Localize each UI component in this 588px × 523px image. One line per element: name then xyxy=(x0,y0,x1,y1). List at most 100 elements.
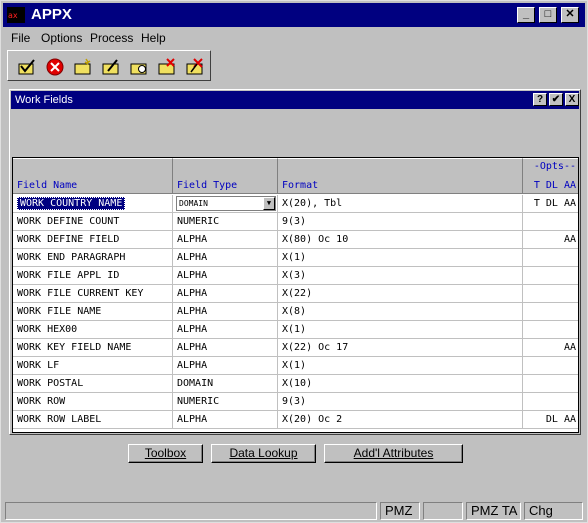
app-title: APPX xyxy=(31,6,72,23)
cell-field-name[interactable]: WORK DEFINE FIELD xyxy=(13,231,173,249)
table-row[interactable]: WORK DEFINE FIELD ALPHA X(80) Oc 10 AA xyxy=(13,231,578,249)
cell-opts[interactable] xyxy=(523,303,578,321)
table-row[interactable]: WORK FILE APPL ID ALPHA X(3) xyxy=(13,267,578,285)
checkmark-icon: ✔ xyxy=(551,94,561,105)
close-icon: X xyxy=(568,94,576,105)
menu-help[interactable]: Help xyxy=(141,31,166,45)
cell-field-name[interactable]: WORK KEY FIELD NAME xyxy=(13,339,173,357)
cell-field-type[interactable]: ALPHA xyxy=(173,285,278,303)
cell-opts[interactable] xyxy=(523,285,578,303)
cell-format[interactable]: 9(3) xyxy=(278,213,523,231)
cell-field-name[interactable]: WORK FILE APPL ID xyxy=(13,267,173,285)
maximize-button[interactable]: □ xyxy=(539,7,557,23)
header-format[interactable]: Format xyxy=(278,158,523,194)
close-button[interactable]: ✕ xyxy=(561,7,579,23)
cell-field-type[interactable]: NUMERIC xyxy=(173,393,278,411)
cell-field-name[interactable]: WORK COUNTRY NAME xyxy=(13,195,173,213)
child-title-bar[interactable]: Work Fields ? ✔ X xyxy=(11,91,579,109)
cell-field-type[interactable]: ALPHA xyxy=(173,411,278,429)
status-message xyxy=(5,502,377,520)
toolbox-button[interactable]: Toolbox xyxy=(128,444,203,463)
cell-field-name[interactable]: WORK ROW LABEL xyxy=(13,411,173,429)
cell-field-type[interactable]: ALPHA xyxy=(173,267,278,285)
menu-options[interactable]: Options xyxy=(41,31,82,45)
menu-file[interactable]: File xyxy=(11,31,30,45)
cell-field-type[interactable]: ALPHA xyxy=(173,357,278,375)
table-row[interactable]: WORK END PARAGRAPH ALPHA X(1) xyxy=(13,249,578,267)
minimize-button[interactable]: _ xyxy=(517,7,535,23)
child-close-button[interactable]: X xyxy=(565,93,579,106)
table-row[interactable]: WORK FILE CURRENT KEY ALPHA X(22) xyxy=(13,285,578,303)
table-row[interactable]: WORK DEFINE COUNT NUMERIC 9(3) xyxy=(13,213,578,231)
edit-delete-folder-icon[interactable] xyxy=(184,56,206,78)
status-bar: PMZ PMZ TA Chg xyxy=(3,500,585,521)
cell-field-type[interactable]: ALPHA xyxy=(173,231,278,249)
cell-opts[interactable]: AA xyxy=(523,231,578,249)
new-folder-icon[interactable] xyxy=(72,56,94,78)
addl-attributes-button[interactable]: Add'l Attributes xyxy=(324,444,463,463)
cell-opts[interactable] xyxy=(523,357,578,375)
cell-format[interactable]: X(10) xyxy=(278,375,523,393)
table-row[interactable]: WORK KEY FIELD NAME ALPHA X(22) Oc 17 AA xyxy=(13,339,578,357)
help-button[interactable]: ? xyxy=(533,93,547,106)
cell-field-type[interactable]: ALPHA xyxy=(173,249,278,267)
cell-field-name[interactable]: WORK END PARAGRAPH xyxy=(13,249,173,267)
cell-format[interactable]: X(8) xyxy=(278,303,523,321)
cell-format[interactable]: X(20), Tbl xyxy=(278,195,523,213)
cell-format[interactable]: X(22) xyxy=(278,285,523,303)
cell-field-name[interactable]: WORK LF xyxy=(13,357,173,375)
delete-folder-icon[interactable] xyxy=(156,56,178,78)
cell-opts[interactable]: AA xyxy=(523,339,578,357)
cell-field-type[interactable]: DOMAIN xyxy=(173,375,278,393)
table-row[interactable]: WORK POSTAL DOMAIN X(10) xyxy=(13,375,578,393)
cell-field-name[interactable]: WORK DEFINE COUNT xyxy=(13,213,173,231)
cell-opts[interactable] xyxy=(523,393,578,411)
cell-opts[interactable]: T DL AA xyxy=(523,195,578,213)
status-app: PMZ TA xyxy=(466,502,521,520)
search-folder-icon[interactable] xyxy=(128,56,150,78)
cell-opts[interactable] xyxy=(523,249,578,267)
app-window: ax APPX _ □ ✕ File Options Process Help xyxy=(0,0,588,523)
cell-opts[interactable]: DL AA xyxy=(523,411,578,429)
chevron-down-icon[interactable]: ▼ xyxy=(263,197,275,210)
status-mode: Chg xyxy=(524,502,583,520)
header-field-type[interactable]: Field Type xyxy=(173,158,278,194)
cell-opts[interactable] xyxy=(523,267,578,285)
table-row[interactable]: WORK ROW NUMERIC 9(3) xyxy=(13,393,578,411)
table-row[interactable]: WORK FILE NAME ALPHA X(8) xyxy=(13,303,578,321)
cell-field-name[interactable]: WORK FILE CURRENT KEY xyxy=(13,285,173,303)
cell-format[interactable]: X(80) Oc 10 xyxy=(278,231,523,249)
cell-format[interactable]: 9(3) xyxy=(278,393,523,411)
cell-format[interactable]: X(1) xyxy=(278,357,523,375)
header-field-name[interactable]: Field Name xyxy=(13,158,173,194)
table-row[interactable]: WORK COUNTRY NAME DOMAIN ▼ X(20), Tbl T DL A… xyxy=(13,195,578,213)
cell-opts[interactable] xyxy=(523,321,578,339)
menu-process[interactable]: Process xyxy=(90,31,133,45)
edit-folder-icon[interactable] xyxy=(100,56,122,78)
cell-format[interactable]: X(20) Oc 2 xyxy=(278,411,523,429)
header-opts[interactable]: -Opts-- T DL AA xyxy=(523,158,578,194)
cell-format[interactable]: X(1) xyxy=(278,321,523,339)
table-row[interactable]: WORK ROW LABEL ALPHA X(20) Oc 2 DL AA xyxy=(13,411,578,429)
cell-field-type[interactable]: NUMERIC xyxy=(173,213,278,231)
cell-field-type[interactable]: ALPHA xyxy=(173,339,278,357)
cell-format[interactable]: X(1) xyxy=(278,249,523,267)
cell-field-name[interactable]: WORK HEX00 xyxy=(13,321,173,339)
red-cancel-icon[interactable] xyxy=(44,56,66,78)
cell-field-name[interactable]: WORK POSTAL xyxy=(13,375,173,393)
cell-field-name[interactable]: WORK ROW xyxy=(13,393,173,411)
cell-format[interactable]: X(3) xyxy=(278,267,523,285)
table-row[interactable]: WORK HEX00 ALPHA X(1) xyxy=(13,321,578,339)
cell-field-type[interactable]: ALPHA xyxy=(173,303,278,321)
field-type-select[interactable]: DOMAIN ▼ xyxy=(176,196,276,211)
cell-opts[interactable] xyxy=(523,213,578,231)
ok-button[interactable]: ✔ xyxy=(549,93,563,106)
table-row[interactable]: WORK LF ALPHA X(1) xyxy=(13,357,578,375)
checkmark-folder-icon[interactable] xyxy=(16,56,38,78)
data-lookup-button[interactable]: Data Lookup xyxy=(211,444,316,463)
title-bar[interactable]: ax APPX _ □ ✕ xyxy=(3,3,585,27)
cell-format[interactable]: X(22) Oc 17 xyxy=(278,339,523,357)
cell-field-type[interactable]: ALPHA xyxy=(173,321,278,339)
cell-field-name[interactable]: WORK FILE NAME xyxy=(13,303,173,321)
cell-opts[interactable] xyxy=(523,375,578,393)
